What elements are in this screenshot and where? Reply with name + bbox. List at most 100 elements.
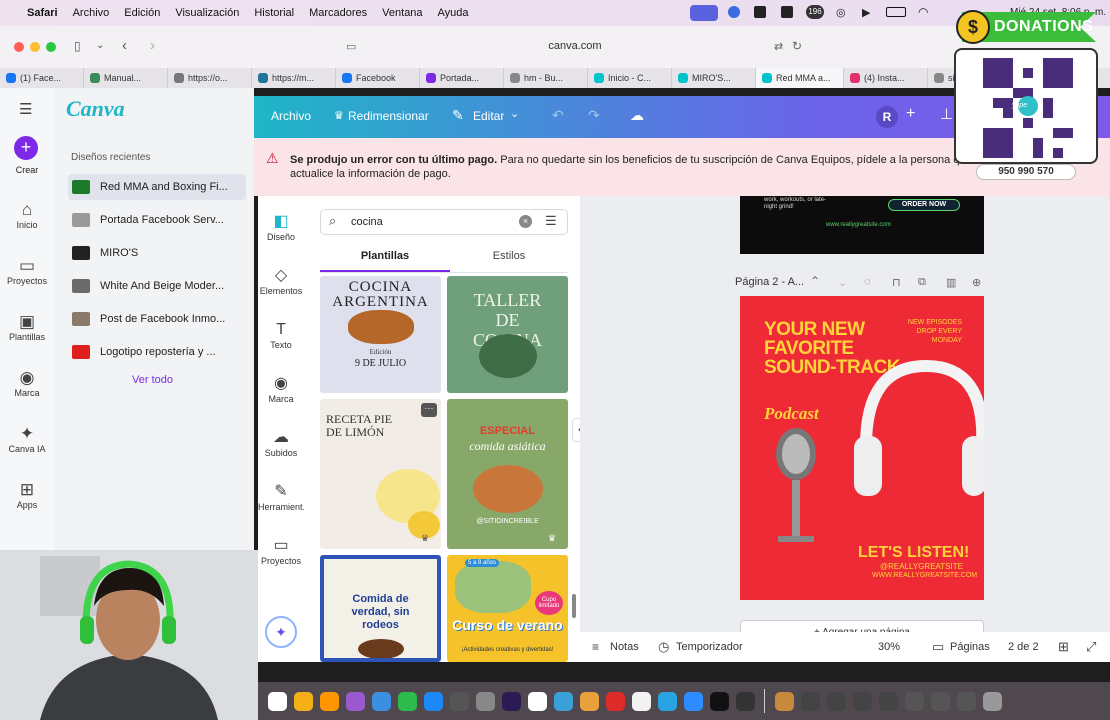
edit-menu[interactable]: Editar	[473, 109, 504, 123]
battery-icon[interactable]	[886, 7, 906, 17]
notes-app-icon[interactable]	[293, 691, 313, 711]
add-collaborator-icon[interactable]: +	[906, 105, 915, 123]
redo-icon[interactable]: ↷	[588, 107, 600, 124]
template-card[interactable]: ESPECIAL comida asiática @SITIOINCREIBLE…	[447, 399, 568, 549]
pages-app-icon[interactable]	[319, 691, 339, 711]
telegram-icon[interactable]	[657, 691, 677, 711]
window-icon[interactable]	[852, 691, 872, 711]
tab-item[interactable]: (1) Face...	[0, 68, 84, 88]
tab-item[interactable]: https://o...	[168, 68, 252, 88]
window-icon[interactable]	[826, 691, 846, 711]
screen-record-icon[interactable]	[690, 5, 718, 21]
tab-item[interactable]: Portada...	[420, 68, 504, 88]
chevron-up-icon[interactable]: ⌃	[810, 274, 820, 288]
lock-icon[interactable]: ⊓	[892, 276, 901, 289]
avatar[interactable]: R	[876, 106, 898, 128]
wifi-icon[interactable]: ◠	[918, 5, 928, 19]
more-options-icon[interactable]: ···	[421, 403, 437, 417]
reader-icon[interactable]: ▭	[346, 40, 356, 53]
template-card[interactable]: Comida de verdad, sin rodeos	[320, 555, 441, 662]
create-button[interactable]: +	[14, 136, 38, 160]
window-icon[interactable]	[800, 691, 820, 711]
capcut-icon[interactable]	[709, 691, 729, 711]
pages-icon[interactable]: ▭	[932, 639, 944, 655]
timer-icon[interactable]: ◷	[658, 639, 669, 655]
undo-icon[interactable]: ↶	[552, 107, 564, 124]
forward-icon[interactable]: ›	[150, 37, 155, 54]
premiere-icon[interactable]	[501, 691, 521, 711]
page-2-poster[interactable]: YOUR NEW FAVORITE SOUND-TRACK Podcast NE…	[740, 296, 984, 600]
add-page-icon[interactable]: ⊕	[972, 276, 981, 289]
template-card[interactable]: RECETA PIE DE LIMÓN ··· ♛	[320, 399, 441, 549]
chevron-down-icon[interactable]: ⌄	[510, 107, 519, 120]
tool-elementos[interactable]: ◇ Elementos	[258, 266, 304, 296]
recent-item[interactable]: Post de Facebook Inmo...	[68, 306, 246, 332]
reload-icon[interactable]: ↻	[792, 39, 802, 53]
tab-item[interactable]: Inicio - C...	[588, 68, 672, 88]
template-card[interactable]: COCINA ARGENTINA Edición 9 DE JULIO	[320, 276, 441, 393]
menu-ayuda[interactable]: Ayuda	[438, 7, 469, 19]
trash-icon[interactable]: ▥	[946, 276, 956, 289]
tool-proyectos[interactable]: ▭ Proyectos	[258, 536, 304, 566]
sidebar-toggle-icon[interactable]: ▯	[74, 39, 81, 53]
magic-assistant-button[interactable]: ✦	[265, 616, 297, 648]
rail-item-inicio[interactable]: ⌂ Inicio	[0, 200, 54, 230]
pages-button[interactable]: Páginas	[950, 641, 990, 653]
chrome-icon[interactable]	[631, 691, 651, 711]
folder-icon[interactable]	[774, 691, 794, 711]
resize-button[interactable]: Redimensionar	[348, 109, 429, 123]
recent-item[interactable]: Logotipo repostería y ...	[68, 339, 246, 365]
pdf-icon[interactable]	[605, 691, 625, 711]
zoom-menu-icon[interactable]	[728, 6, 740, 18]
tab-estilos[interactable]: Estilos	[450, 250, 568, 262]
rail-item-canva-ia[interactable]: ✦ Canva IA	[0, 424, 54, 454]
keynote-icon[interactable]	[371, 691, 391, 711]
notes-icon[interactable]: ≡	[592, 640, 599, 654]
pdf-menu-icon[interactable]	[754, 6, 766, 18]
url-field[interactable]: canva.com	[530, 40, 620, 52]
tab-plantillas[interactable]: Plantillas	[320, 250, 450, 262]
rail-item-marca[interactable]: ◉ Marca	[0, 368, 54, 398]
numbers-icon[interactable]	[397, 691, 417, 711]
script-icon[interactable]	[579, 691, 599, 711]
template-card[interactable]: 5 a 8 años Cupo limitado Curso de verano…	[447, 555, 568, 662]
canva-logo[interactable]: Canva	[66, 96, 125, 122]
template-card[interactable]: TALLER DE COCINA	[447, 276, 568, 393]
airdrop-icon[interactable]: ◎	[836, 6, 846, 19]
fullscreen-icon[interactable]: ⤢	[1086, 639, 1096, 655]
recent-item[interactable]: White And Beige Moder...	[68, 273, 246, 299]
tab-item-active[interactable]: Red MMA a...	[756, 68, 844, 88]
calendar-icon[interactable]	[267, 691, 287, 711]
window-icon[interactable]	[930, 691, 950, 711]
tab-item[interactable]: MIRO'S...	[672, 68, 756, 88]
recent-item[interactable]: Red MMA and Boxing Fi...	[68, 174, 246, 200]
app-store-icon[interactable]	[423, 691, 443, 711]
collapse-menu-icon[interactable]: ☰	[19, 100, 32, 118]
menu-visualizacion[interactable]: Visualización	[175, 7, 239, 19]
window-icon[interactable]	[878, 691, 898, 711]
trash-icon[interactable]	[982, 691, 1002, 711]
duplicate-icon[interactable]: ⧉	[918, 276, 926, 289]
window-icon[interactable]	[904, 691, 924, 711]
notion-menu-icon[interactable]	[781, 6, 793, 18]
tab-item[interactable]: Manual...	[84, 68, 168, 88]
tool-diseno[interactable]: ◧ Diseño	[258, 212, 304, 242]
zoom-level[interactable]: 30%	[878, 641, 900, 653]
minimize-window-button[interactable]	[30, 42, 40, 52]
panel-scrollbar[interactable]	[572, 594, 576, 618]
podcasts-icon[interactable]	[345, 691, 365, 711]
play-icon[interactable]: ▶	[862, 6, 870, 19]
page-2-label[interactable]: Página 2 - A...	[735, 276, 804, 288]
tool-marca[interactable]: ◉ Marca	[258, 374, 304, 404]
file-menu[interactable]: Archivo	[271, 109, 311, 123]
page-counter[interactable]: 2 de 2	[1008, 641, 1039, 653]
filter-icon[interactable]: ☰	[545, 213, 557, 229]
tab-item[interactable]: hm - Bu...	[504, 68, 588, 88]
back-icon[interactable]: ‹	[122, 37, 127, 54]
zoom-window-button[interactable]	[46, 42, 56, 52]
menu-marcadores[interactable]: Marcadores	[309, 7, 367, 19]
notification-badge[interactable]: 196	[806, 5, 824, 19]
menu-safari[interactable]: Safari	[27, 7, 58, 19]
timer-button[interactable]: Temporizador	[676, 641, 743, 653]
see-all-link[interactable]: Ver todo	[132, 374, 173, 386]
